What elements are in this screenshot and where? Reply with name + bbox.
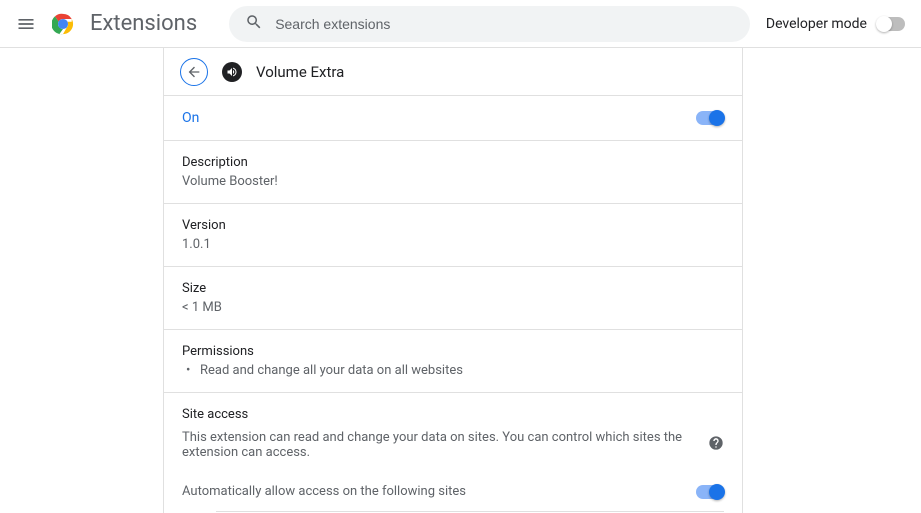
page-title: Extensions [90,11,197,36]
volume-icon [222,62,242,82]
site-access-heading: Site access [182,407,724,422]
search-input[interactable] [275,16,734,32]
auto-allow-row: Automatically allow access on the follow… [182,472,724,511]
search-box[interactable] [229,6,750,42]
permissions-section: Permissions Read and change all your dat… [164,330,742,393]
description-section: Description Volume Booster! [164,141,742,204]
version-value: 1.0.1 [182,237,724,252]
back-button[interactable] [180,58,208,86]
version-section: Version 1.0.1 [164,204,742,267]
description-value: Volume Booster! [182,174,724,189]
enable-row: On [164,96,742,141]
search-icon [245,13,263,35]
site-access-section: Site access This extension can read and … [164,393,742,513]
developer-mode-label: Developer mode [766,16,867,32]
enable-toggle[interactable] [696,111,724,125]
size-heading: Size [182,281,724,296]
menu-icon[interactable] [16,14,36,34]
permissions-heading: Permissions [182,344,724,359]
topbar: Extensions Developer mode [0,0,921,48]
auto-allow-label: Automatically allow access on the follow… [182,484,466,499]
developer-mode-row: Developer mode [766,16,905,32]
size-value: < 1 MB [182,300,724,315]
size-section: Size < 1 MB [164,267,742,330]
state-label: On [182,110,199,126]
permissions-list: Read and change all your data on all web… [182,363,724,378]
extension-name: Volume Extra [256,63,344,81]
developer-mode-toggle[interactable] [877,17,905,31]
help-icon[interactable] [708,435,724,455]
site-access-description-row: This extension can read and change your … [182,430,724,460]
extension-panel: Volume Extra On Description Volume Boost… [163,48,743,513]
main-scroll-area: Volume Extra On Description Volume Boost… [0,48,921,513]
version-heading: Version [182,218,724,233]
site-access-description: This extension can read and change your … [182,430,704,460]
chrome-logo-icon [52,13,74,35]
permission-item: Read and change all your data on all web… [182,363,724,378]
description-heading: Description [182,155,724,170]
panel-header: Volume Extra [164,48,742,96]
auto-allow-toggle[interactable] [696,485,724,499]
